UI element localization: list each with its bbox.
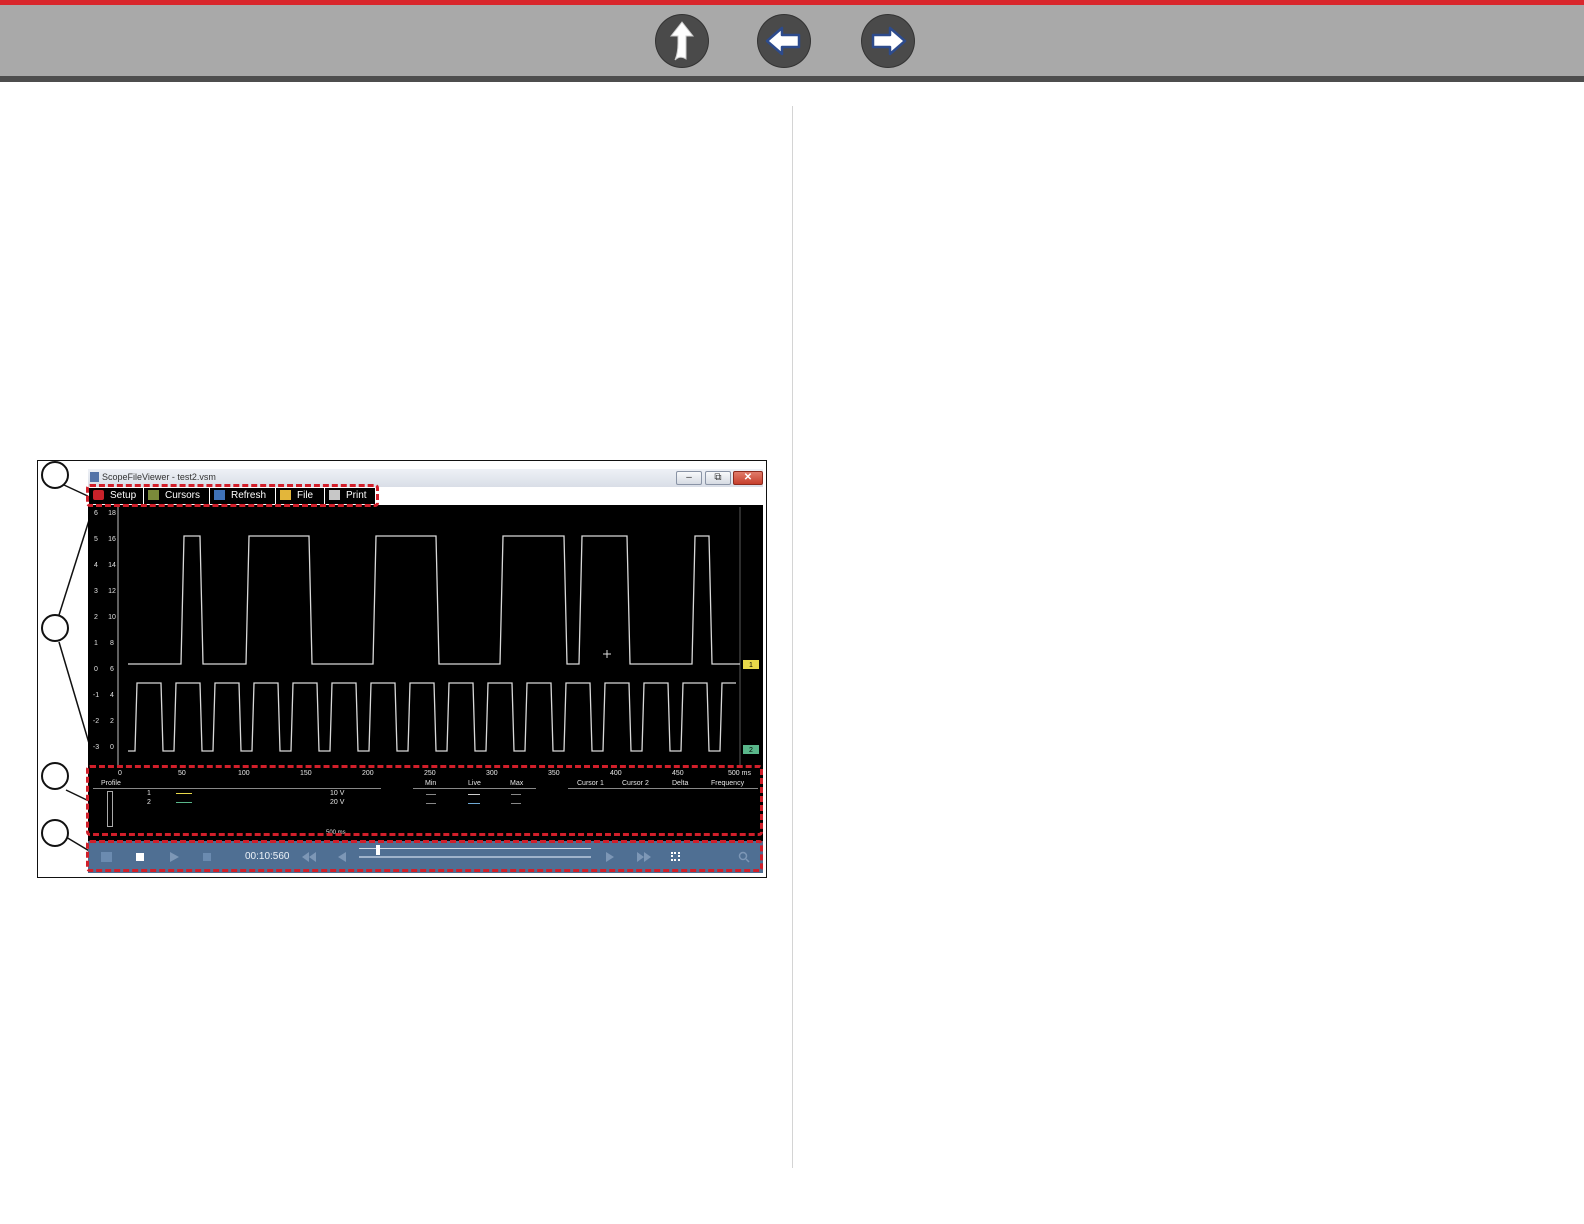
callout-2: [41, 614, 69, 642]
y-inner-label: 0: [110, 744, 114, 751]
header-bar: [0, 0, 1584, 82]
right-arrow-icon: [871, 26, 907, 56]
channel-1-marker-label: 1: [749, 662, 753, 669]
y-inner-label: 10: [108, 614, 116, 621]
close-button[interactable]: ✕: [733, 471, 763, 485]
controls-highlight: [86, 840, 763, 872]
y-inner-label: 8: [110, 640, 114, 647]
y-inner-label: 6: [110, 666, 114, 673]
channel-2-marker-label: 2: [749, 747, 753, 754]
y-inner-label: 2: [110, 718, 114, 725]
y-outer-label: 4: [94, 562, 98, 569]
up-arrow-icon: [669, 21, 695, 61]
column-divider: [792, 106, 793, 1168]
y-outer-label: 3: [94, 588, 98, 595]
y-outer-label: -1: [93, 692, 99, 699]
y-inner-label: 14: [108, 562, 116, 569]
window-title: ScopeFileViewer - test2.vsm: [102, 472, 216, 482]
waveform-plot[interactable]: 6 5 4 3 2 1 0 -1 -2 -3 18 16 14 12 10 8 …: [88, 505, 763, 767]
minimize-button[interactable]: –: [676, 471, 702, 485]
y-outer-label: 2: [94, 614, 98, 621]
y-outer-label: -3: [93, 744, 99, 751]
restore-button[interactable]: ⧉: [705, 471, 731, 485]
plot-background: [88, 505, 763, 767]
y-outer-label: 0: [94, 666, 98, 673]
app-icon: [90, 472, 99, 482]
up-button[interactable]: [656, 15, 708, 67]
left-arrow-icon: [765, 26, 801, 56]
y-inner-label: 18: [108, 510, 116, 517]
y-outer-label: 5: [94, 536, 98, 543]
header-accent-stripe: [0, 0, 1584, 5]
back-button[interactable]: [758, 15, 810, 67]
y-outer-label: 1: [94, 640, 98, 647]
y-inner-label: 4: [110, 692, 114, 699]
y-inner-label: 16: [108, 536, 116, 543]
header-bottom-stripe: [0, 76, 1584, 82]
forward-button[interactable]: [862, 15, 914, 67]
toolbar-highlight: [86, 484, 379, 507]
callout-4: [41, 819, 69, 847]
y-inner-label: 12: [108, 588, 116, 595]
y-outer-label: 6: [94, 510, 98, 517]
data-table-highlight: [86, 765, 763, 836]
callout-1: [41, 461, 69, 489]
callout-3: [41, 762, 69, 790]
y-outer-label: -2: [93, 718, 99, 725]
